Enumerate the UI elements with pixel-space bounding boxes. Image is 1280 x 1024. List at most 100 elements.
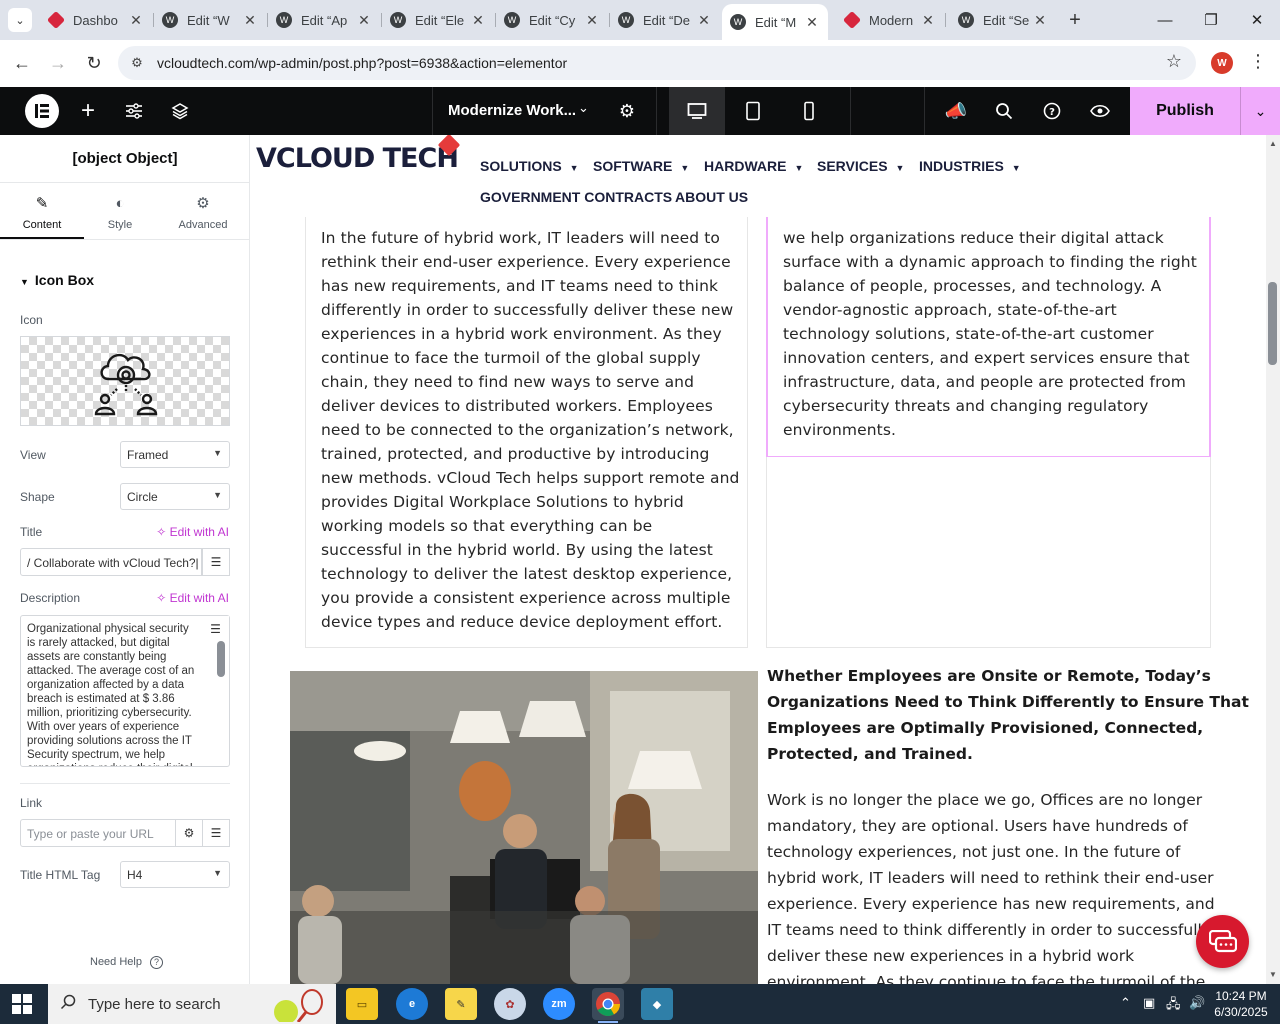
- chat-widget-button[interactable]: [1196, 915, 1249, 968]
- structure-layers-icon[interactable]: [168, 99, 192, 123]
- help-icon[interactable]: ?: [1040, 99, 1064, 123]
- wordpress-icon: W: [618, 12, 634, 28]
- text-line: deliver devices to distributed workers. …: [321, 397, 713, 415]
- network-icon[interactable]: 🖧: [1166, 995, 1181, 1017]
- close-icon[interactable]: ✕: [1030, 12, 1050, 29]
- publish-button[interactable]: Publish: [1130, 87, 1240, 135]
- dynamic-tags-database-icon[interactable]: ☰: [202, 819, 230, 847]
- elementor-logo-icon[interactable]: [25, 94, 59, 128]
- view-value: Framed: [127, 448, 169, 462]
- browser-tab[interactable]: Dashbo ✕: [40, 6, 152, 34]
- nav-solutions[interactable]: SOLUTIONS ▼: [480, 158, 579, 174]
- favicon-icon: [842, 10, 862, 30]
- tab-advanced[interactable]: ⚙ Advanced: [161, 193, 245, 239]
- textarea-scrollbar[interactable]: [217, 641, 225, 677]
- restore-button[interactable]: ❐: [1196, 8, 1226, 32]
- scroll-down-arrow-icon[interactable]: ▼: [1267, 970, 1279, 979]
- browser-tab[interactable]: W Edit “W ✕: [154, 6, 266, 34]
- tray-overflow-chevron-icon[interactable]: ⌃: [1120, 995, 1131, 1011]
- nav-about-us[interactable]: ABOUT US: [675, 189, 748, 205]
- close-icon[interactable]: ✕: [582, 12, 602, 29]
- close-window-button[interactable]: ✕: [1242, 8, 1272, 32]
- profile-avatar[interactable]: W: [1211, 52, 1233, 74]
- browser-tab-active[interactable]: W Edit “M ✕: [722, 4, 828, 40]
- tray-app-icon[interactable]: ▣: [1143, 995, 1155, 1011]
- forward-button[interactable]: →: [46, 51, 70, 75]
- nav-hardware[interactable]: HARDWARE ▼: [704, 158, 803, 174]
- browser-tab[interactable]: W Edit “Se ✕: [950, 6, 1056, 34]
- volume-icon[interactable]: 🔊: [1189, 995, 1205, 1011]
- url-omnibox[interactable]: ⚙ vcloudtech.com/wp-admin/post.php?post=…: [118, 46, 1196, 80]
- page-scrollbar-thumb[interactable]: [1268, 282, 1277, 365]
- close-icon[interactable]: ✕: [468, 12, 488, 29]
- app-icon[interactable]: ◆: [641, 988, 673, 1020]
- tab-style[interactable]: ◐ Style: [78, 193, 162, 239]
- dynamic-tags-database-icon[interactable]: ☰: [202, 616, 229, 642]
- close-icon[interactable]: ✕: [802, 14, 822, 31]
- title-input[interactable]: / Collaborate with vCloud Tech?|: [20, 548, 202, 576]
- new-tab-button[interactable]: +: [1064, 9, 1086, 31]
- chevron-down-icon[interactable]: ⌄: [578, 100, 589, 116]
- browser-tab[interactable]: W Edit “De ✕: [610, 6, 720, 34]
- taskbar-clock[interactable]: 10:24 PM 6/30/2025: [1210, 988, 1272, 1020]
- title-edit-with-ai-link[interactable]: ✧ Edit with AI: [156, 525, 229, 539]
- site-info-icon[interactable]: ⚙: [128, 54, 146, 72]
- close-icon[interactable]: ✕: [918, 12, 938, 29]
- close-icon[interactable]: ✕: [354, 12, 374, 29]
- description-edit-with-ai-link[interactable]: ✧ Edit with AI: [156, 591, 229, 605]
- section-toggle[interactable]: ▼ Icon Box: [20, 272, 94, 288]
- site-logo[interactable]: VCLOUD TECH: [256, 143, 459, 174]
- page-scrollbar-track[interactable]: [1266, 135, 1280, 984]
- icon-box-card-left[interactable]: In the future of hybrid work, IT leaders…: [305, 205, 748, 648]
- mobile-icon[interactable]: [797, 99, 821, 123]
- document-title[interactable]: Modernize Work...: [448, 102, 576, 119]
- browser-menu-icon[interactable]: ⋮: [1248, 51, 1268, 72]
- minimize-button[interactable]: —: [1150, 8, 1180, 32]
- nav-services[interactable]: SERVICES ▼: [817, 158, 904, 174]
- publish-options-chevron-icon[interactable]: ⌄: [1240, 87, 1280, 135]
- title-tag-select[interactable]: H4 ▼: [120, 861, 230, 888]
- desktop-icon[interactable]: [685, 99, 709, 123]
- scroll-up-arrow-icon[interactable]: ▲: [1267, 139, 1279, 148]
- nav-government-contracts[interactable]: GOVERNMENT CONTRACTS: [480, 189, 672, 205]
- browser-tab[interactable]: W Edit “Cy ✕: [496, 6, 608, 34]
- notifications-megaphone-icon[interactable]: 📣: [944, 99, 968, 123]
- zoom-icon[interactable]: zm: [543, 988, 575, 1020]
- link-options-gear-icon[interactable]: ⚙: [175, 819, 203, 847]
- shape-select[interactable]: Circle ▼: [120, 483, 230, 510]
- nav-industries[interactable]: INDUSTRIES ▼: [919, 158, 1021, 174]
- browser-tab[interactable]: Modern ✕: [836, 6, 944, 34]
- taskbar-search-box[interactable]: Type here to search: [48, 984, 336, 1024]
- site-settings-icon[interactable]: [122, 99, 146, 123]
- back-button[interactable]: ←: [10, 51, 34, 75]
- description-textarea[interactable]: Organizational physical security is rare…: [20, 615, 230, 767]
- nav-software[interactable]: SOFTWARE ▼: [593, 158, 689, 174]
- reload-button[interactable]: ↻: [82, 51, 106, 75]
- bookmark-star-icon[interactable]: ☆: [1166, 51, 1182, 72]
- chrome-icon[interactable]: [592, 988, 624, 1023]
- sticky-notes-icon[interactable]: ✎: [445, 988, 477, 1020]
- edge-icon[interactable]: e: [396, 988, 428, 1020]
- paint-icon[interactable]: ✿: [494, 988, 526, 1020]
- icon-box-card-right-selected[interactable]: we help organizations reduce their digit…: [766, 205, 1211, 458]
- file-explorer-icon[interactable]: ▭: [346, 988, 378, 1020]
- link-url-input[interactable]: Type or paste your URL: [20, 819, 176, 847]
- windows-start-icon[interactable]: [12, 994, 34, 1014]
- add-element-icon[interactable]: +: [76, 97, 100, 124]
- close-icon[interactable]: ✕: [126, 12, 146, 29]
- dynamic-tags-database-icon[interactable]: ☰: [202, 548, 230, 576]
- browser-tab[interactable]: W Edit “Ap ✕: [268, 6, 380, 34]
- icon-picker-preview[interactable]: [20, 336, 230, 426]
- tab-search-button[interactable]: ⌄: [8, 8, 32, 32]
- tablet-icon[interactable]: [741, 99, 765, 123]
- close-icon[interactable]: ✕: [694, 12, 714, 29]
- preview-eye-icon[interactable]: [1088, 99, 1112, 123]
- close-icon[interactable]: ✕: [240, 12, 260, 29]
- view-select[interactable]: Framed ▼: [120, 441, 230, 468]
- search-icon[interactable]: [992, 99, 1016, 123]
- need-help-link[interactable]: Need Help ?: [90, 956, 164, 969]
- browser-tab[interactable]: W Edit “Ele ✕: [382, 6, 494, 34]
- nav-label: SOLUTIONS: [480, 158, 562, 174]
- tab-content[interactable]: ✎ Content: [0, 193, 84, 239]
- page-settings-gear-icon[interactable]: ⚙: [615, 99, 639, 123]
